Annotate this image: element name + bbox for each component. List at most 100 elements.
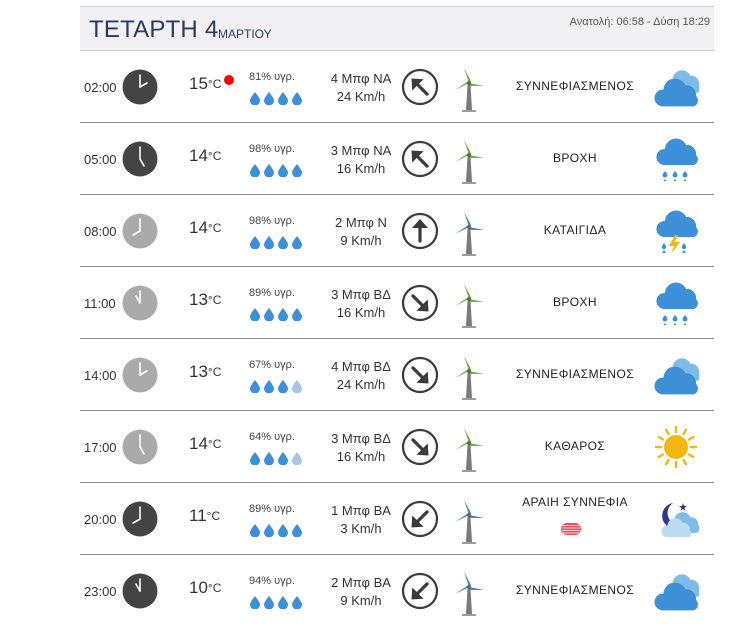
cloudy-icon xyxy=(653,569,699,613)
arrow-down-right-icon xyxy=(401,284,439,322)
temperature-value: 14 xyxy=(189,434,208,453)
row-time: 14:00 xyxy=(84,368,117,383)
wind-info: 3 Μπφ ΒΔ 16 Km/h xyxy=(312,430,410,466)
condition-text: ΣΥΝΝΕΦΙΑΣΜΕΝΟΣ xyxy=(515,79,635,93)
clock-icon xyxy=(122,573,158,609)
forecast-row: 17:00 14°C 64% υγρ. 3 Μπφ ΒΔ 16 Km/h ΚΑΘ… xyxy=(80,411,714,483)
forecast-row: 02:00 15°C 81% υγρ. 4 Μπφ ΝΑ 24 Km/h ΣΥΝ… xyxy=(80,51,714,123)
temperature-unit: °C xyxy=(207,149,222,163)
cloudy-icon xyxy=(653,65,699,109)
forecast-row: 23:00 10°C 94% υγρ. 2 Μπφ ΒΑ 9 Km/h ΣΥΝΝ… xyxy=(80,555,714,626)
temperature-unit: °C xyxy=(207,437,222,451)
arrow-down-right-icon xyxy=(401,428,439,466)
humidity-text: 64% υγρ. xyxy=(249,431,295,443)
wind-info: 4 Μπφ ΝΑ 24 Km/h xyxy=(312,70,410,106)
temperature-value: 14 xyxy=(189,146,208,165)
wind-beaufort: 2 Μπφ Ν xyxy=(335,215,387,230)
humidity-drops-icon xyxy=(249,91,309,105)
wind-beaufort: 2 Μπφ ΒΑ xyxy=(331,575,391,590)
temperature: 10°C xyxy=(189,578,221,598)
wind-info: 1 Μπφ ΒΑ 3 Km/h xyxy=(312,502,410,538)
humidity-text: 81% υγρ. xyxy=(249,71,295,83)
humidity-text: 98% υγρ. xyxy=(249,215,295,227)
wind-beaufort: 3 Μπφ ΒΔ xyxy=(331,431,391,446)
wind-turbine-icon xyxy=(452,498,486,544)
humidity-text: 94% υγρ. xyxy=(249,575,295,587)
wind-beaufort: 4 Μπφ ΒΔ xyxy=(331,359,391,374)
wind-speed: 16 Km/h xyxy=(336,449,386,464)
forecast-row: 05:00 14°C 98% υγρ. 3 Μπφ ΝΑ 16 Km/h ΒΡΟ… xyxy=(80,123,714,195)
wind-info: 4 Μπφ ΒΔ 24 Km/h xyxy=(312,358,410,394)
clock-icon xyxy=(122,285,158,321)
temperature-unit: °C xyxy=(207,293,222,307)
temperature: 13°C xyxy=(189,362,221,382)
forecast-row: 14:00 13°C 67% υγρ. 4 Μπφ ΒΔ 24 Km/h ΣΥΝ… xyxy=(80,339,714,411)
wind-speed: 9 Km/h xyxy=(340,233,382,248)
wind-info: 2 Μπφ ΒΑ 9 Km/h xyxy=(312,574,410,610)
wind-speed: 16 Km/h xyxy=(336,161,386,176)
condition-text: ΑΡΑΙΗ ΣΥΝΝΕΦΙΑ xyxy=(522,495,628,509)
wind-info: 3 Μπφ ΝΑ 16 Km/h xyxy=(312,142,410,178)
row-time: 17:00 xyxy=(84,440,117,455)
forecast-panel: ΤΕΤΑΡΤΗ 4 ΜΑΡΤΙΟΥ Ανατολή: 06:58 - Δύση … xyxy=(80,6,714,626)
temperature-value: 13 xyxy=(189,362,208,381)
condition-text: ΣΥΝΝΕΦΙΑΣΜΕΝΟΣ xyxy=(515,367,635,381)
alert-dot-icon xyxy=(224,75,234,85)
sun-icon xyxy=(653,425,699,469)
temperature-unit: °C xyxy=(206,509,221,523)
arrow-down-right-icon xyxy=(401,356,439,394)
wind-speed: 16 Km/h xyxy=(336,305,386,320)
wind-turbine-icon xyxy=(452,282,486,328)
thunderstorm-icon xyxy=(653,209,699,253)
temperature: 15°C xyxy=(189,74,221,94)
day-header: ΤΕΤΑΡΤΗ 4 ΜΑΡΤΙΟΥ Ανατολή: 06:58 - Δύση … xyxy=(80,6,714,51)
forecast-row: 20:00 11°C 89% υγρ. 1 Μπφ ΒΑ 3 Km/h ΑΡΑΙ… xyxy=(80,483,714,555)
temperature-unit: °C xyxy=(207,581,222,595)
condition-text: ΚΑΘΑΡΟΣ xyxy=(544,439,606,453)
temperature: 11°C xyxy=(189,506,220,526)
rain-icon xyxy=(653,281,699,325)
temperature: 14°C xyxy=(189,218,221,238)
clock-icon xyxy=(122,429,158,465)
condition-text: ΒΡΟΧΗ xyxy=(552,295,597,309)
condition-text: ΣΥΝΝΕΦΙΑΣΜΕΝΟΣ xyxy=(515,583,635,597)
row-time: 08:00 xyxy=(84,224,117,239)
wind-beaufort: 4 Μπφ ΝΑ xyxy=(330,71,392,86)
clock-icon xyxy=(122,213,158,249)
wind-beaufort: 3 Μπφ ΒΔ xyxy=(331,287,391,302)
humidity-drops-icon xyxy=(249,451,309,465)
temperature-unit: °C xyxy=(207,221,222,235)
temperature-value: 10 xyxy=(189,578,208,597)
wind-turbine-icon xyxy=(452,210,486,256)
humidity-drops-icon xyxy=(249,235,309,249)
arrow-down-left-icon xyxy=(401,572,439,610)
condition-text: ΒΡΟΧΗ xyxy=(552,151,597,165)
month-label: ΜΑΡΤΙΟΥ xyxy=(218,27,272,41)
clock-icon xyxy=(122,357,158,393)
sunrise-sunset-text: Ανατολή: 06:58 - Δύση 18:29 xyxy=(569,16,710,28)
wind-turbine-icon xyxy=(452,138,486,184)
arrow-down-left-icon xyxy=(401,500,439,538)
humidity-text: 89% υγρ. xyxy=(249,287,295,299)
temperature-value: 13 xyxy=(189,290,208,309)
temperature: 13°C xyxy=(189,290,221,310)
day-title: ΤΕΤΑΡΤΗ 4 xyxy=(89,16,219,43)
temperature: 14°C xyxy=(189,434,221,454)
wind-speed: 3 Km/h xyxy=(340,521,382,536)
wind-speed: 9 Km/h xyxy=(340,593,382,608)
haze-icon xyxy=(559,523,583,535)
temperature-unit: °C xyxy=(207,365,222,379)
night-partly-cloudy-icon xyxy=(653,497,699,541)
wind-info: 3 Μπφ ΒΔ 16 Km/h xyxy=(312,286,410,322)
row-time: 23:00 xyxy=(84,584,117,599)
forecast-row: 11:00 13°C 89% υγρ. 3 Μπφ ΒΔ 16 Km/h ΒΡΟ… xyxy=(80,267,714,339)
clock-icon xyxy=(122,69,158,105)
clock-icon xyxy=(122,141,158,177)
wind-speed: 24 Km/h xyxy=(336,89,386,104)
humidity-drops-icon xyxy=(249,163,309,177)
humidity-text: 67% υγρ. xyxy=(249,359,295,371)
temperature: 14°C xyxy=(189,146,221,166)
arrow-up-left-icon xyxy=(401,140,439,178)
arrow-up-left-icon xyxy=(401,68,439,106)
humidity-text: 98% υγρ. xyxy=(249,143,295,155)
